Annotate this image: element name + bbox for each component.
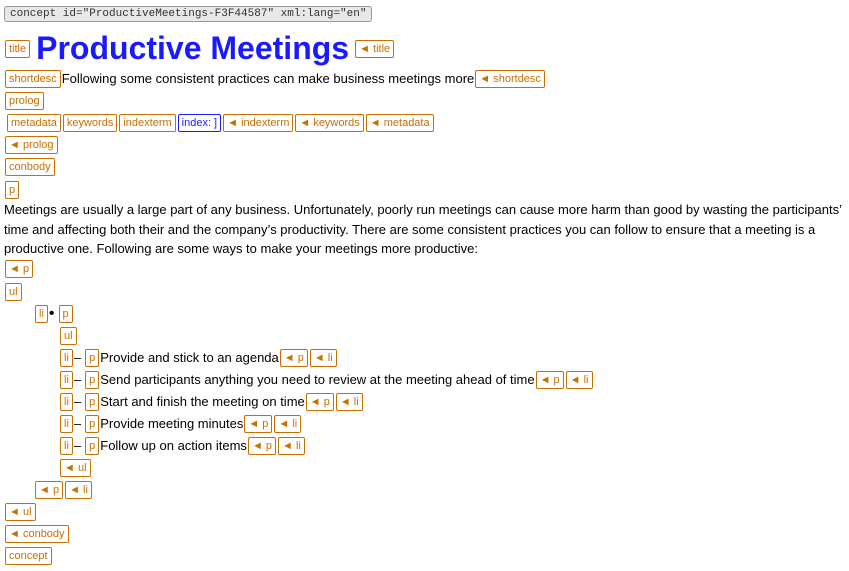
prolog-open-tag: prolog — [5, 92, 44, 110]
li-close-tag: ◄ li — [278, 437, 305, 455]
list-item-row: li – p Follow up on action items ◄ p ◄ l… — [4, 436, 845, 456]
p-open-tag: p — [85, 371, 99, 389]
p-open-tag: p — [85, 349, 99, 367]
list-item-text: Start and finish the meeting on time — [100, 392, 305, 412]
ul-open-row: ul — [4, 282, 845, 302]
prolog-row: prolog — [4, 91, 845, 111]
first-p-close: ◄ p — [35, 481, 63, 499]
p-close-tag: ◄ p — [244, 415, 272, 433]
li-close-tag: ◄ li — [566, 371, 593, 389]
paragraph-text: Meetings are usually a large part of any… — [4, 200, 845, 259]
title-row: title Productive Meetings ◄ title — [4, 30, 845, 67]
p-open-tag: p — [85, 437, 99, 455]
prolog-close-row: ◄ prolog — [4, 135, 845, 155]
p-close-tag: ◄ p — [536, 371, 564, 389]
conbody-close-tag: ◄ conbody — [5, 525, 69, 543]
list-item-row: li – p Provide and stick to an agenda ◄ … — [4, 348, 845, 368]
li-open-tag: li — [60, 415, 73, 433]
li-open-tag: li — [60, 437, 73, 455]
title-close-tag: ◄ title — [355, 40, 394, 58]
top-bar: concept id="ProductiveMeetings-F3F44587"… — [4, 6, 372, 22]
list-item-text: Follow up on action items — [100, 436, 247, 456]
title-open-tag: title — [5, 40, 30, 58]
concept-row: concept — [4, 546, 845, 566]
ul-close-row: ◄ ul — [4, 502, 845, 522]
first-li-row: li • p — [4, 304, 845, 324]
p-open-tag: p — [85, 415, 99, 433]
top-bar-text: concept id="ProductiveMeetings-F3F44587"… — [10, 8, 366, 20]
p-open-tag: p — [85, 393, 99, 411]
first-li-close-row: ◄ p ◄ li — [4, 480, 845, 500]
conbody-close-row: ◄ conbody — [4, 524, 845, 544]
first-li-close: ◄ li — [65, 481, 92, 499]
li-open-tag: li — [60, 349, 73, 367]
li-close-tag: ◄ li — [310, 349, 337, 367]
concept-tag: concept — [5, 547, 52, 565]
li-open-tag: li — [60, 371, 73, 389]
nested-ul-row: ul — [4, 326, 845, 346]
list-item-text: Send participants anything you need to r… — [100, 370, 534, 390]
p-close-tag: ◄ p — [280, 349, 308, 367]
list-item-row: li – p Send participants anything you ne… — [4, 370, 845, 390]
nested-ul-close-tag: ◄ ul — [60, 459, 91, 477]
conbody-open-tag: conbody — [5, 158, 55, 176]
metadata-open-tag: metadata — [7, 114, 61, 132]
keywords-close-tag: ◄ keywords — [295, 114, 363, 132]
ul-close-tag: ◄ ul — [5, 503, 36, 521]
li-close-tag: ◄ li — [336, 393, 363, 411]
index-bracket: index: ] — [178, 114, 221, 132]
metadata-row: metadata keywords indexterm index: ] ◄ i… — [4, 113, 845, 133]
first-li-p-tag: p — [59, 305, 73, 323]
p-close-tag: ◄ p — [5, 260, 33, 278]
ul-open-tag: ul — [5, 283, 22, 301]
prolog-close-tag: ◄ prolog — [5, 136, 58, 154]
first-li-open-tag: li — [35, 305, 48, 323]
p-close-tag: ◄ p — [306, 393, 334, 411]
metadata-close-tag: ◄ metadata — [366, 114, 434, 132]
p-close-tag: ◄ p — [248, 437, 276, 455]
li-close-tag: ◄ li — [274, 415, 301, 433]
main-title: Productive Meetings — [36, 30, 349, 67]
nested-ul-tag: ul — [60, 327, 77, 345]
indexterm-open-tag: indexterm — [119, 114, 175, 132]
list-item-text: Provide meeting minutes — [100, 414, 243, 434]
shortdesc-row: shortdesc Following some consistent prac… — [4, 69, 845, 89]
list-item-text: Provide and stick to an agenda — [100, 348, 279, 368]
p-open-tag: p — [5, 181, 19, 199]
li-open-tag: li — [60, 393, 73, 411]
bullet-char: • — [49, 305, 55, 323]
conbody-open-row: conbody — [4, 157, 845, 177]
indexterm-close-tag: ◄ indexterm — [223, 114, 293, 132]
keywords-open-tag: keywords — [63, 114, 117, 132]
list-item-row: li – p Start and finish the meeting on t… — [4, 392, 845, 412]
shortdesc-text: Following some consistent practices can … — [62, 69, 475, 89]
shortdesc-close-tag: ◄ shortdesc — [475, 70, 545, 88]
shortdesc-open-tag: shortdesc — [5, 70, 61, 88]
nested-ul-close-row: ◄ ul — [4, 458, 845, 478]
paragraph-row: p Meetings are usually a large part of a… — [4, 180, 845, 279]
list-item-row: li – p Provide meeting minutes ◄ p ◄ li — [4, 414, 845, 434]
